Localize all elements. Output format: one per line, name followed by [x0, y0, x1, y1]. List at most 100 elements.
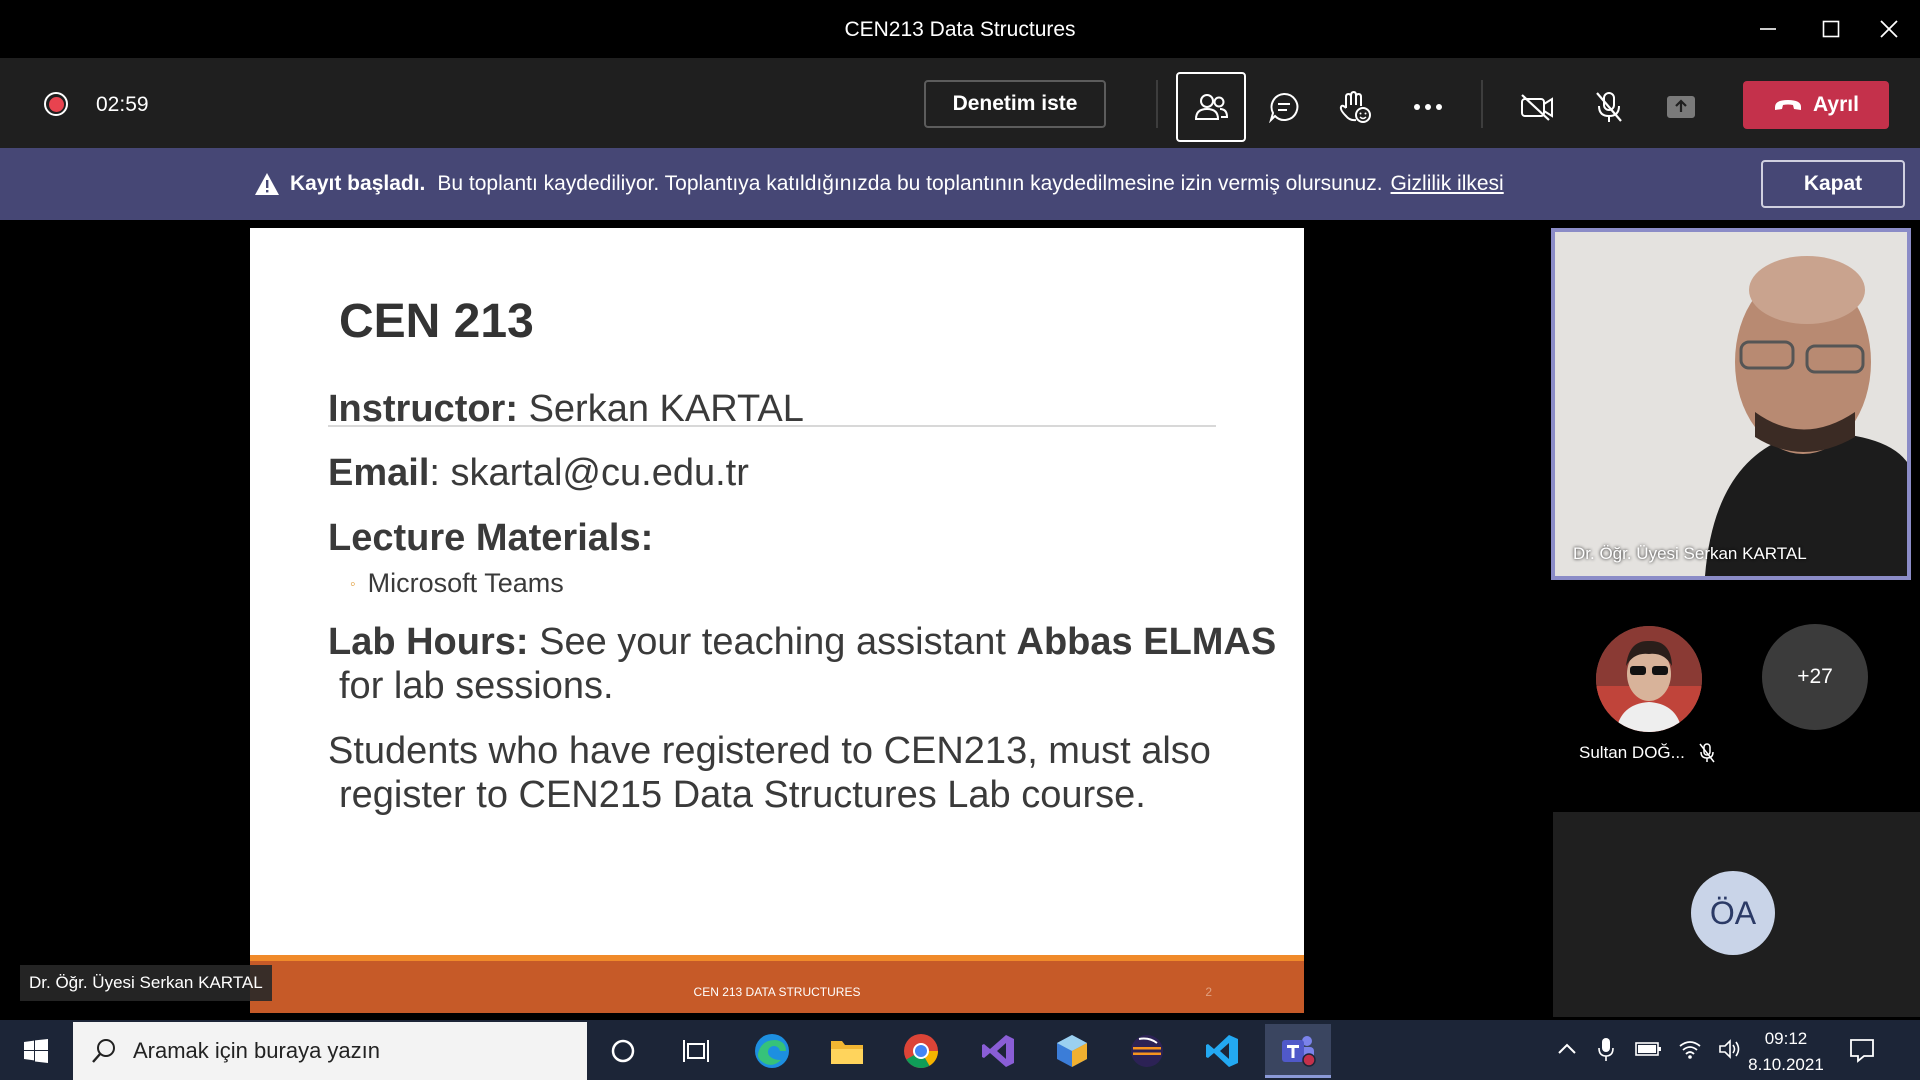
- microphone-icon[interactable]: [1598, 1036, 1614, 1062]
- window-title: CEN213 Data Structures: [844, 18, 1076, 41]
- shared-slide: CEN 213 Instructor: Serkan KARTAL Email:…: [250, 228, 1304, 1013]
- camera-toggle-button[interactable]: [1502, 72, 1572, 142]
- cortana-icon: [611, 1039, 635, 1063]
- title-bar: CEN213 Data Structures: [0, 0, 1920, 58]
- slide-email: Email: skartal@cu.edu.tr: [328, 452, 749, 495]
- avatar-photo: [1596, 626, 1702, 732]
- chevron-up-icon[interactable]: [1556, 1042, 1578, 1056]
- meeting-toolbar: 02:59 Denetim iste Ayrıl: [0, 58, 1920, 148]
- initials-avatar: ÖA: [1691, 871, 1775, 955]
- more-participants-button[interactable]: +27: [1762, 624, 1868, 730]
- virtualbox-icon: [1057, 1035, 1087, 1067]
- lab-ta: Abbas ELMAS: [1016, 621, 1277, 663]
- notifications-button[interactable]: [1848, 1036, 1876, 1069]
- hang-up-icon: [1775, 100, 1802, 110]
- cortana-button[interactable]: [595, 1024, 651, 1078]
- search-icon: [91, 1038, 117, 1064]
- materials-bullet-text: Microsoft Teams: [367, 568, 564, 598]
- eclipse-app[interactable]: [1119, 1024, 1175, 1078]
- email-label: Email: [328, 452, 430, 494]
- maximize-button[interactable]: [1812, 12, 1850, 46]
- presenter-name-tag: Dr. Öğr. Üyesi Serkan KARTAL: [20, 965, 272, 1001]
- teams-app[interactable]: [1265, 1024, 1331, 1078]
- instructor-label: Instructor:: [328, 388, 518, 430]
- recording-banner: Kayıt başladı. Bu toplantı kaydediliyor.…: [0, 148, 1920, 220]
- taskbar: Aramak için buraya yazın 09:12 8.10.2021: [0, 1020, 1920, 1080]
- request-control-button[interactable]: Denetim iste: [924, 80, 1106, 128]
- toolbar-divider: [1481, 80, 1483, 128]
- participant-name: Sultan DOĞ...: [1579, 743, 1685, 762]
- taskbar-search[interactable]: Aramak için buraya yazın: [73, 1022, 587, 1080]
- visual-studio-app[interactable]: [970, 1024, 1026, 1078]
- email-value: : skartal@cu.edu.tr: [429, 452, 749, 494]
- slide-lab-hours-cont: for lab sessions.: [339, 665, 614, 707]
- close-icon: [1880, 20, 1898, 38]
- privacy-policy-link[interactable]: Gizlilik ilkesi: [1391, 172, 1504, 196]
- file-explorer-app[interactable]: [819, 1024, 875, 1078]
- more-options-button[interactable]: [1393, 72, 1463, 142]
- slide-note-line1: Students who have registered to CEN213, …: [328, 730, 1211, 772]
- search-placeholder: Aramak için buraya yazın: [133, 1038, 380, 1063]
- vscode-app[interactable]: [1194, 1024, 1250, 1078]
- raise-hand-icon: [1339, 90, 1371, 123]
- slide-note-line2: register to CEN215 Data Structures Lab c…: [339, 774, 1146, 816]
- start-button[interactable]: [14, 1033, 58, 1069]
- toolbar-divider: [1156, 80, 1158, 128]
- microphone-off-icon: [1699, 743, 1715, 763]
- participants-button[interactable]: [1176, 72, 1246, 142]
- camera-off-icon: [1521, 94, 1553, 121]
- vscode-icon: [1206, 1035, 1238, 1067]
- virtualbox-app[interactable]: [1044, 1024, 1100, 1078]
- taskbar-clock[interactable]: 09:12 8.10.2021: [1738, 1026, 1834, 1078]
- slide-materials: Lecture Materials:: [328, 517, 653, 560]
- participants-icon: [1194, 94, 1228, 120]
- clock-date: 8.10.2021: [1748, 1055, 1824, 1074]
- windows-icon: [24, 1039, 48, 1063]
- speaker-video-tile[interactable]: Dr. Öğr. Üyesi Serkan KARTAL: [1551, 228, 1911, 580]
- maximize-icon: [1822, 20, 1840, 38]
- more-icon: [1414, 104, 1442, 110]
- chat-button[interactable]: [1249, 72, 1319, 142]
- chrome-app[interactable]: [893, 1024, 949, 1078]
- participant-name-row: Sultan DOĞ...: [1579, 743, 1715, 763]
- recording-icon: [44, 92, 68, 116]
- speaker-video-image: [1555, 232, 1907, 576]
- slide-lab-hours: Lab Hours: See your teaching assistant A…: [328, 621, 1276, 664]
- edge-app[interactable]: [744, 1024, 800, 1078]
- close-window-button[interactable]: [1870, 12, 1908, 46]
- slide-rule: [328, 425, 1216, 427]
- visual-studio-icon: [982, 1035, 1014, 1067]
- speaker-video: [1555, 232, 1907, 576]
- microphone-toggle-button[interactable]: [1574, 72, 1644, 142]
- task-view-button[interactable]: [668, 1024, 724, 1078]
- banner-text: Bu toplantı kaydediliyor. Toplantıya kat…: [437, 172, 1383, 195]
- dismiss-banner-button[interactable]: Kapat: [1761, 160, 1905, 208]
- battery-icon[interactable]: [1634, 1040, 1662, 1058]
- minimize-icon: [1760, 28, 1776, 30]
- slide-title: CEN 213: [339, 295, 534, 348]
- minimize-button[interactable]: [1749, 12, 1787, 46]
- lab-label: Lab Hours:: [328, 621, 529, 663]
- leave-label: Ayrıl: [1813, 93, 1859, 116]
- task-view-icon: [683, 1040, 709, 1062]
- participant-avatar[interactable]: [1596, 626, 1702, 732]
- share-screen-button[interactable]: [1646, 72, 1716, 142]
- reactions-button[interactable]: [1320, 72, 1390, 142]
- wifi-icon[interactable]: [1678, 1038, 1702, 1060]
- teams-icon: [1282, 1035, 1316, 1067]
- warning-icon: [255, 173, 279, 195]
- instructor-value: Serkan KARTAL: [528, 388, 804, 430]
- edge-icon: [755, 1034, 789, 1068]
- microphone-off-icon: [1596, 92, 1622, 122]
- eclipse-icon: [1131, 1035, 1163, 1067]
- slide-footer: CEN 213 DATA STRUCTURES 2: [250, 955, 1304, 1013]
- leave-button[interactable]: Ayrıl: [1743, 81, 1889, 129]
- slide-bullet: ◦ Microsoft Teams: [350, 568, 564, 598]
- share-icon: [1667, 96, 1695, 118]
- notification-icon: [1850, 1039, 1874, 1063]
- banner-title: Kayıt başladı.: [290, 172, 426, 195]
- chat-icon: [1269, 92, 1299, 123]
- banner-message: Kayıt başladı. Bu toplantı kaydediliyor.…: [254, 172, 1504, 196]
- meeting-timer: 02:59: [96, 93, 149, 116]
- clock-time: 09:12: [1764, 1029, 1808, 1048]
